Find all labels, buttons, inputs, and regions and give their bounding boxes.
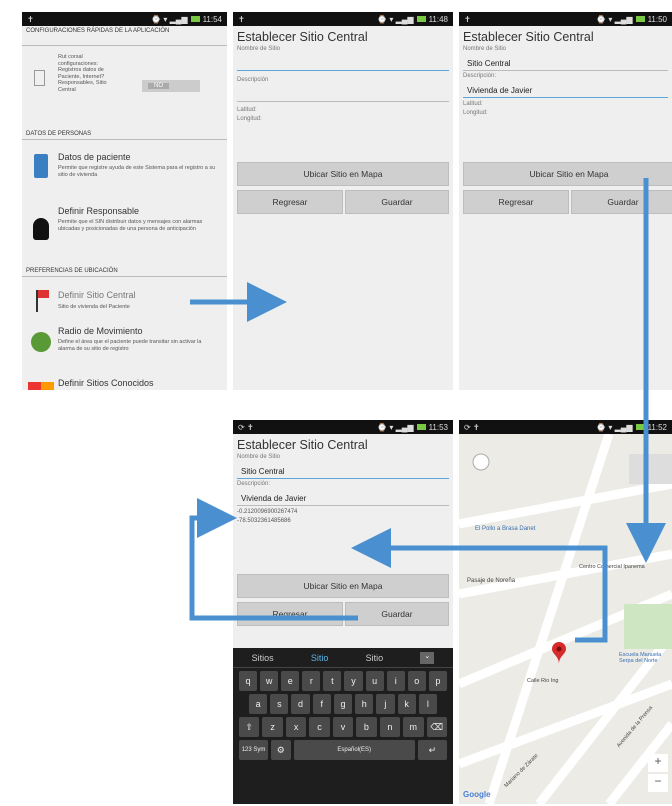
arrow-4 — [189, 498, 358, 621]
flow-arrows — [189, 178, 666, 643]
arrow-3 — [351, 528, 608, 643]
